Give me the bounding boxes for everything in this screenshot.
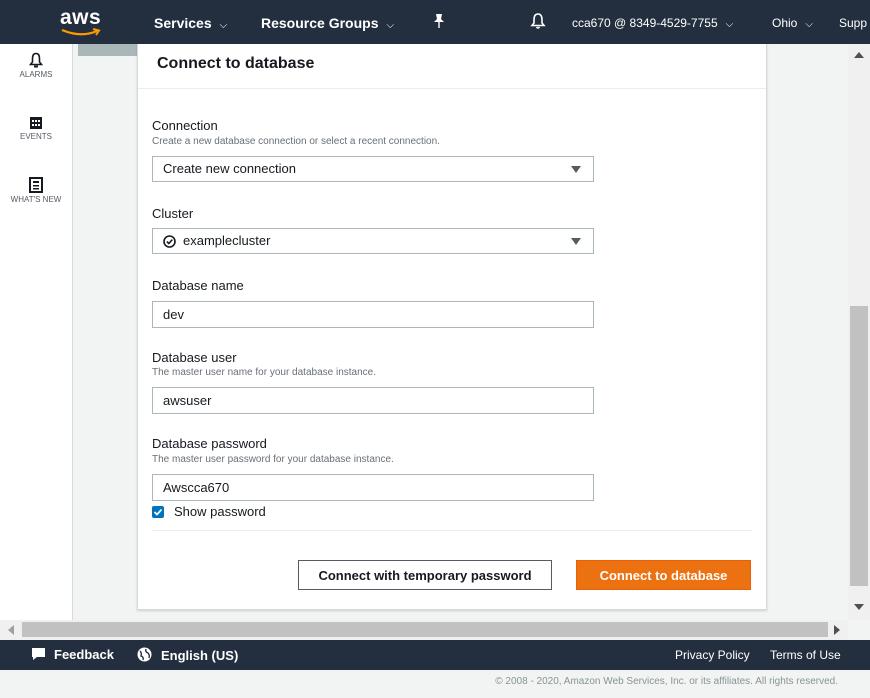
dropdown-arrow-icon <box>571 166 581 173</box>
region-menu[interactable]: Ohio ⌵ <box>772 16 813 30</box>
resource-groups-label: Resource Groups <box>261 15 379 31</box>
language-label: English (US) <box>161 648 239 663</box>
privacy-policy-link[interactable]: Privacy Policy <box>675 648 750 662</box>
rail-item-alarms[interactable]: ALARMS <box>0 52 72 79</box>
language-selector[interactable]: English (US) <box>137 647 238 663</box>
show-password-checkbox[interactable] <box>152 505 164 518</box>
database-password-input[interactable] <box>152 474 594 501</box>
database-name-input[interactable] <box>152 301 594 328</box>
connect-temporary-password-button[interactable]: Connect with temporary password <box>298 560 552 590</box>
account-menu[interactable]: cca670 @ 8349-4529-7755 ⌵ <box>572 16 733 30</box>
rail-item-events[interactable]: EVENTS <box>0 116 72 141</box>
database-user-label: Database user <box>152 350 237 365</box>
services-menu[interactable]: Services ⌵ <box>154 15 227 31</box>
connection-value: Create new connection <box>163 161 296 176</box>
rail-item-whats-new[interactable]: WHAT'S NEW <box>0 177 72 204</box>
globe-icon <box>137 647 152 662</box>
database-password-description: The master user password for your databa… <box>152 454 394 465</box>
chevron-down-icon: ⌵ <box>386 20 395 31</box>
support-label: Supp <box>839 16 868 30</box>
copyright-text: © 2008 - 2020, Amazon Web Services, Inc.… <box>495 676 838 687</box>
aws-logo[interactable]: aws <box>60 6 104 38</box>
divider <box>152 530 752 531</box>
bell-icon <box>29 52 43 68</box>
terms-of-use-link[interactable]: Terms of Use <box>770 648 841 662</box>
top-navigation-bar: aws Services ⌵ Resource Groups ⌵ cca670 @ … <box>0 0 870 44</box>
feedback-link[interactable]: Feedback <box>30 647 114 662</box>
calendar-icon <box>30 117 42 129</box>
vertical-scroll-thumb[interactable] <box>850 306 868 586</box>
show-password-label: Show password <box>174 504 266 519</box>
chevron-down-icon: ⌵ <box>219 20 228 31</box>
services-label: Services <box>154 15 212 31</box>
show-password-row[interactable]: Show password <box>152 504 266 519</box>
rail-label-alarms: ALARMS <box>19 70 53 79</box>
horizontal-scrollbar[interactable] <box>0 620 848 640</box>
resource-groups-menu[interactable]: Resource Groups ⌵ <box>261 15 394 31</box>
chevron-down-icon: ⌵ <box>805 19 813 30</box>
database-password-label: Database password <box>152 436 267 451</box>
left-rail: ALARMS EVENTS WHAT'S NEW <box>0 44 73 640</box>
account-label: cca670 @ 8349-4529-7755 <box>572 16 718 30</box>
cluster-select[interactable]: examplecluster <box>152 228 594 254</box>
dialog-header: Connect to database <box>138 44 766 89</box>
bell-icon[interactable] <box>530 12 546 33</box>
connect-to-database-button[interactable]: Connect to database <box>576 560 751 590</box>
rail-label-whats-new: WHAT'S NEW <box>10 195 62 204</box>
newspaper-icon <box>29 177 43 193</box>
background-panel <box>78 44 138 56</box>
checkmark-icon <box>153 508 163 516</box>
chevron-down-icon: ⌵ <box>725 19 734 30</box>
aws-logo-text: aws <box>60 6 102 29</box>
connect-database-dialog: Connect to database Connection Create a … <box>137 44 767 610</box>
vertical-scrollbar[interactable] <box>848 44 870 620</box>
feedback-speech-icon <box>32 648 45 660</box>
support-menu[interactable]: Supp <box>839 16 867 30</box>
smile-arrow-icon <box>61 28 101 36</box>
scroll-up-arrow-icon[interactable] <box>854 52 864 58</box>
connection-label: Connection <box>152 118 218 133</box>
horizontal-scroll-thumb[interactable] <box>22 622 828 637</box>
feedback-label: Feedback <box>54 647 114 662</box>
connection-select[interactable]: Create new connection <box>152 156 594 182</box>
scroll-left-arrow-icon[interactable] <box>8 625 14 635</box>
footer-bar: Feedback English (US) Privacy Policy Ter… <box>0 640 870 670</box>
rail-label-events: EVENTS <box>19 132 52 141</box>
scroll-right-arrow-icon[interactable] <box>834 625 840 635</box>
status-available-icon <box>163 235 176 248</box>
scroll-down-arrow-icon[interactable] <box>854 604 864 610</box>
database-user-input[interactable] <box>152 387 594 414</box>
database-user-description: The master user name for your database i… <box>152 367 377 378</box>
connection-description: Create a new database connection or sele… <box>152 136 440 147</box>
dropdown-arrow-icon <box>571 238 581 245</box>
pin-icon[interactable] <box>432 13 446 32</box>
dialog-title: Connect to database <box>157 55 315 72</box>
cluster-label: Cluster <box>152 206 194 221</box>
region-label: Ohio <box>772 16 798 30</box>
database-name-label: Database name <box>152 278 244 293</box>
cluster-value: examplecluster <box>183 233 271 248</box>
